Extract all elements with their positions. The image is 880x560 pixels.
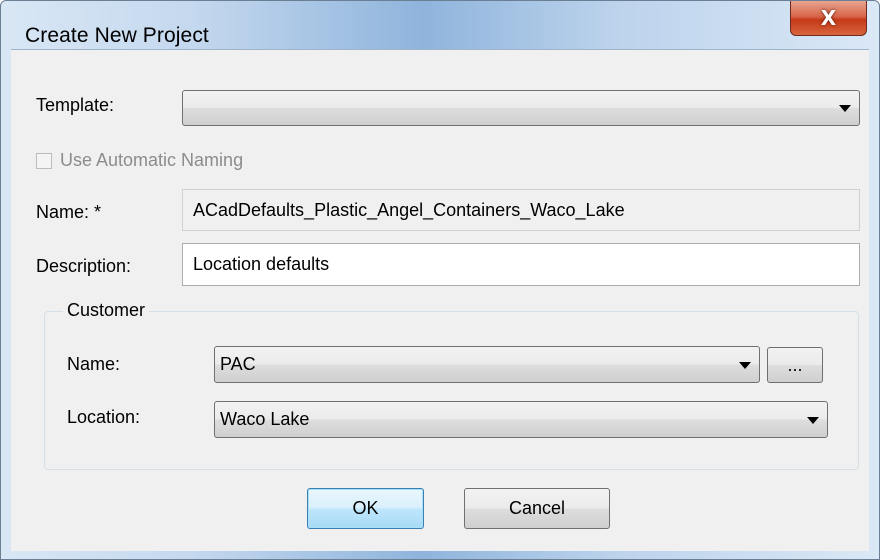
close-button[interactable]: X [790, 1, 867, 36]
cancel-button-label: Cancel [508, 498, 566, 518]
project-name-field[interactable]: ACadDefaults_Plastic_Angel_Containers_Wa… [182, 189, 860, 231]
window-title: Create New Project [25, 24, 209, 47]
chevron-down-icon [839, 105, 851, 112]
customer-name-label: Name: [67, 354, 121, 374]
location-label: Location: [67, 407, 141, 427]
customer-group [44, 311, 859, 470]
customer-group-label: Customer [63, 300, 150, 321]
description-value: Location defaults [193, 254, 330, 274]
customer-name-select[interactable]: PAC [214, 346, 760, 383]
title-bar[interactable]: Create New Project X [1, 1, 879, 49]
ok-button-label: OK [352, 498, 379, 518]
location-select[interactable]: Waco Lake [214, 401, 828, 438]
dialog-body: Template: Use Automatic Naming Name: * A… [11, 49, 869, 551]
close-icon: X [820, 6, 837, 30]
ok-button[interactable]: OK [307, 488, 424, 529]
auto-naming-label: Use Automatic Naming [60, 150, 244, 170]
cancel-button[interactable]: Cancel [464, 488, 610, 529]
chevron-down-icon [739, 361, 751, 369]
project-name-value: ACadDefaults_Plastic_Angel_Containers_Wa… [193, 199, 625, 220]
description-field[interactable]: Location defaults [182, 243, 860, 286]
name-label: Name: * [36, 202, 102, 222]
browse-customer-button[interactable]: ... [767, 347, 823, 383]
template-label: Template: [36, 95, 115, 115]
customer-name-value: PAC [220, 354, 256, 374]
location-value: Waco Lake [220, 409, 310, 429]
create-new-project-dialog: Create New Project X Template: Use Autom… [0, 0, 880, 560]
chevron-down-icon [807, 416, 819, 424]
description-label: Description: [36, 256, 132, 276]
browse-button-label: ... [787, 354, 803, 375]
template-select[interactable] [182, 90, 860, 126]
checkbox-box [36, 152, 52, 169]
auto-naming-checkbox[interactable]: Use Automatic Naming [36, 150, 243, 171]
